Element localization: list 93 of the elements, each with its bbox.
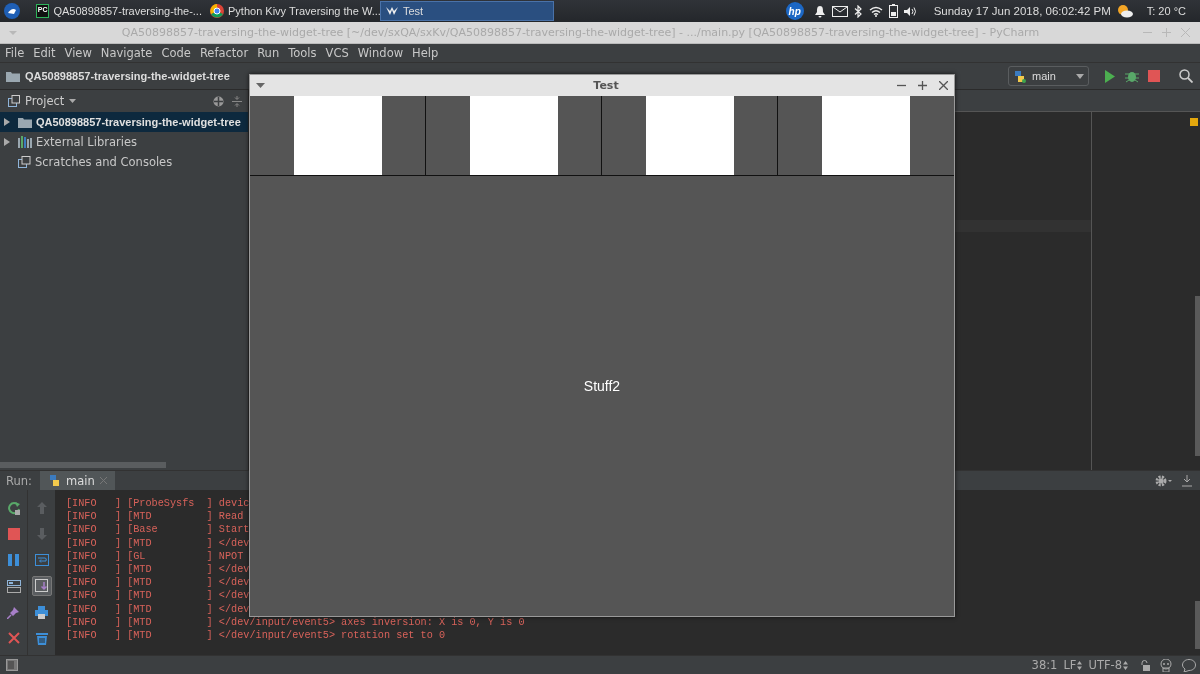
up-down-arrows-icon bbox=[1123, 660, 1128, 670]
console-line: [INFO ] [MTD ] Read bbox=[66, 510, 244, 524]
caret-icon[interactable] bbox=[69, 99, 77, 103]
inspector-icon[interactable] bbox=[1160, 658, 1172, 672]
console-line: [INFO ] [MTD ] </dev bbox=[66, 563, 250, 577]
hide-icon[interactable] bbox=[1182, 474, 1192, 487]
line-separator-selector[interactable]: LF bbox=[1063, 658, 1083, 672]
console-line: [INFO ] [MTD ] </dev bbox=[66, 602, 250, 616]
menu-item[interactable]: VCS bbox=[325, 46, 349, 60]
taskbar-task[interactable]: Test bbox=[380, 1, 554, 21]
menu-item[interactable]: Edit bbox=[33, 46, 56, 60]
weather-icon[interactable] bbox=[1116, 4, 1133, 18]
bell-icon[interactable] bbox=[813, 4, 826, 18]
encoding-selector[interactable]: UTF-8 bbox=[1088, 658, 1128, 672]
cursor-position[interactable]: 38:1 bbox=[1031, 658, 1058, 672]
rerun-icon[interactable] bbox=[6, 501, 21, 515]
menu-item[interactable]: Code bbox=[161, 46, 191, 60]
folder-icon bbox=[6, 70, 20, 82]
run-label: Run: bbox=[6, 473, 32, 488]
console-line: [INFO ] [MTD ] </dev bbox=[66, 536, 250, 550]
scroll-to-end-icon bbox=[34, 579, 49, 593]
warning-marker bbox=[1190, 118, 1198, 126]
menu-item[interactable]: Tools bbox=[288, 46, 317, 60]
volume-icon[interactable] bbox=[903, 5, 918, 17]
search-icon[interactable] bbox=[1179, 69, 1193, 83]
panel-title[interactable]: Project bbox=[25, 94, 65, 108]
menu-item[interactable]: Run bbox=[257, 46, 280, 60]
tree-item[interactable]: Scratches and Consoles bbox=[0, 152, 248, 172]
console-line: [INFO ] [MTD ] </dev bbox=[66, 589, 250, 603]
taskbar-task[interactable]: Python Kivy Traversing the W... bbox=[206, 1, 380, 21]
close-icon[interactable] bbox=[939, 81, 948, 90]
app-label: Stuff2 bbox=[583, 378, 621, 394]
console-line: [INFO ] [ProbeSysfs ] devic bbox=[66, 497, 250, 511]
soft-wrap-icon[interactable] bbox=[34, 554, 49, 566]
window-title: Test bbox=[592, 79, 620, 92]
panel-toggle-icon[interactable] bbox=[6, 659, 18, 671]
scrollbar[interactable] bbox=[1195, 296, 1200, 456]
project-icon bbox=[8, 95, 20, 107]
library-icon bbox=[18, 136, 32, 148]
locate-icon[interactable] bbox=[213, 95, 224, 107]
pause-icon[interactable] bbox=[7, 554, 20, 566]
lock-icon[interactable] bbox=[1140, 659, 1150, 671]
bluetooth-icon[interactable] bbox=[853, 4, 863, 18]
pin-icon[interactable] bbox=[7, 605, 20, 619]
tree-item[interactable]: External Libraries bbox=[0, 132, 248, 152]
console-line: [INFO ] [GL ] NPOT bbox=[66, 549, 244, 563]
console-line: [INFO ] [Base ] Start bbox=[66, 523, 250, 537]
kivy-icon bbox=[385, 5, 399, 17]
tree-item[interactable]: QA50898857-traversing-the-widget-tree bbox=[0, 112, 248, 132]
bug-icon[interactable] bbox=[1125, 69, 1139, 83]
run-tab[interactable]: main bbox=[39, 470, 115, 491]
breadcrumb[interactable]: QA50898857-traversing-the-widget-tree bbox=[25, 70, 230, 82]
menu-item[interactable]: File bbox=[5, 46, 25, 60]
console-line: [INFO ] [MTD ] </dev/input/event5> rotation set to 0 bbox=[66, 629, 446, 643]
print-icon[interactable] bbox=[35, 605, 48, 619]
collapsed-arrow-icon[interactable] bbox=[4, 138, 10, 146]
app-launcher-icon[interactable] bbox=[4, 3, 20, 19]
python-icon bbox=[47, 474, 61, 487]
browser-icon bbox=[210, 4, 224, 18]
console-line: [INFO ] [MTD ] </dev bbox=[66, 576, 250, 590]
python-icon bbox=[1013, 69, 1026, 83]
console-line: [INFO ] [MTD ] </dev/input/event5> axes inversion: X is 0, Y is 0 bbox=[66, 615, 525, 630]
menu-item[interactable]: Window bbox=[357, 46, 404, 60]
collapsed-arrow-icon[interactable] bbox=[4, 118, 10, 126]
run-icon[interactable] bbox=[1104, 69, 1116, 83]
menu-item[interactable]: Help bbox=[412, 46, 439, 60]
menu-item[interactable]: Navigate bbox=[100, 46, 153, 60]
scratches-icon bbox=[18, 156, 31, 168]
folder-icon bbox=[18, 116, 32, 128]
layout-icon[interactable] bbox=[6, 579, 21, 593]
scrollbar[interactable] bbox=[0, 462, 166, 468]
close-icon[interactable] bbox=[7, 632, 20, 644]
up-down-arrows-icon bbox=[1077, 660, 1083, 670]
caret-icon bbox=[1076, 73, 1084, 79]
maximize-icon[interactable] bbox=[918, 81, 927, 90]
clock[interactable]: Sunday 17 Jun 2018, 06:02:42 PM bbox=[933, 5, 1111, 17]
menu-caret-icon[interactable] bbox=[256, 83, 265, 88]
event-log-icon[interactable] bbox=[1182, 658, 1196, 672]
battery-icon[interactable] bbox=[888, 4, 898, 18]
mail-icon[interactable] bbox=[831, 5, 848, 17]
wifi-icon[interactable] bbox=[868, 5, 883, 17]
collapse-icon[interactable] bbox=[232, 95, 242, 107]
hp-logo: hp bbox=[785, 2, 804, 20]
trash-icon[interactable] bbox=[35, 631, 48, 645]
menu-item[interactable]: View bbox=[64, 46, 92, 60]
settings-icon[interactable] bbox=[1155, 474, 1172, 487]
temperature: T: 20 °C bbox=[1146, 5, 1186, 17]
scroll-to-end-button[interactable] bbox=[31, 576, 52, 596]
run-configuration-dropdown[interactable]: main bbox=[1008, 66, 1089, 86]
stop-icon[interactable] bbox=[7, 528, 20, 540]
tile[interactable] bbox=[250, 96, 426, 175]
menu-item[interactable]: Refactor bbox=[199, 46, 249, 60]
scrollbar[interactable] bbox=[1195, 601, 1200, 649]
